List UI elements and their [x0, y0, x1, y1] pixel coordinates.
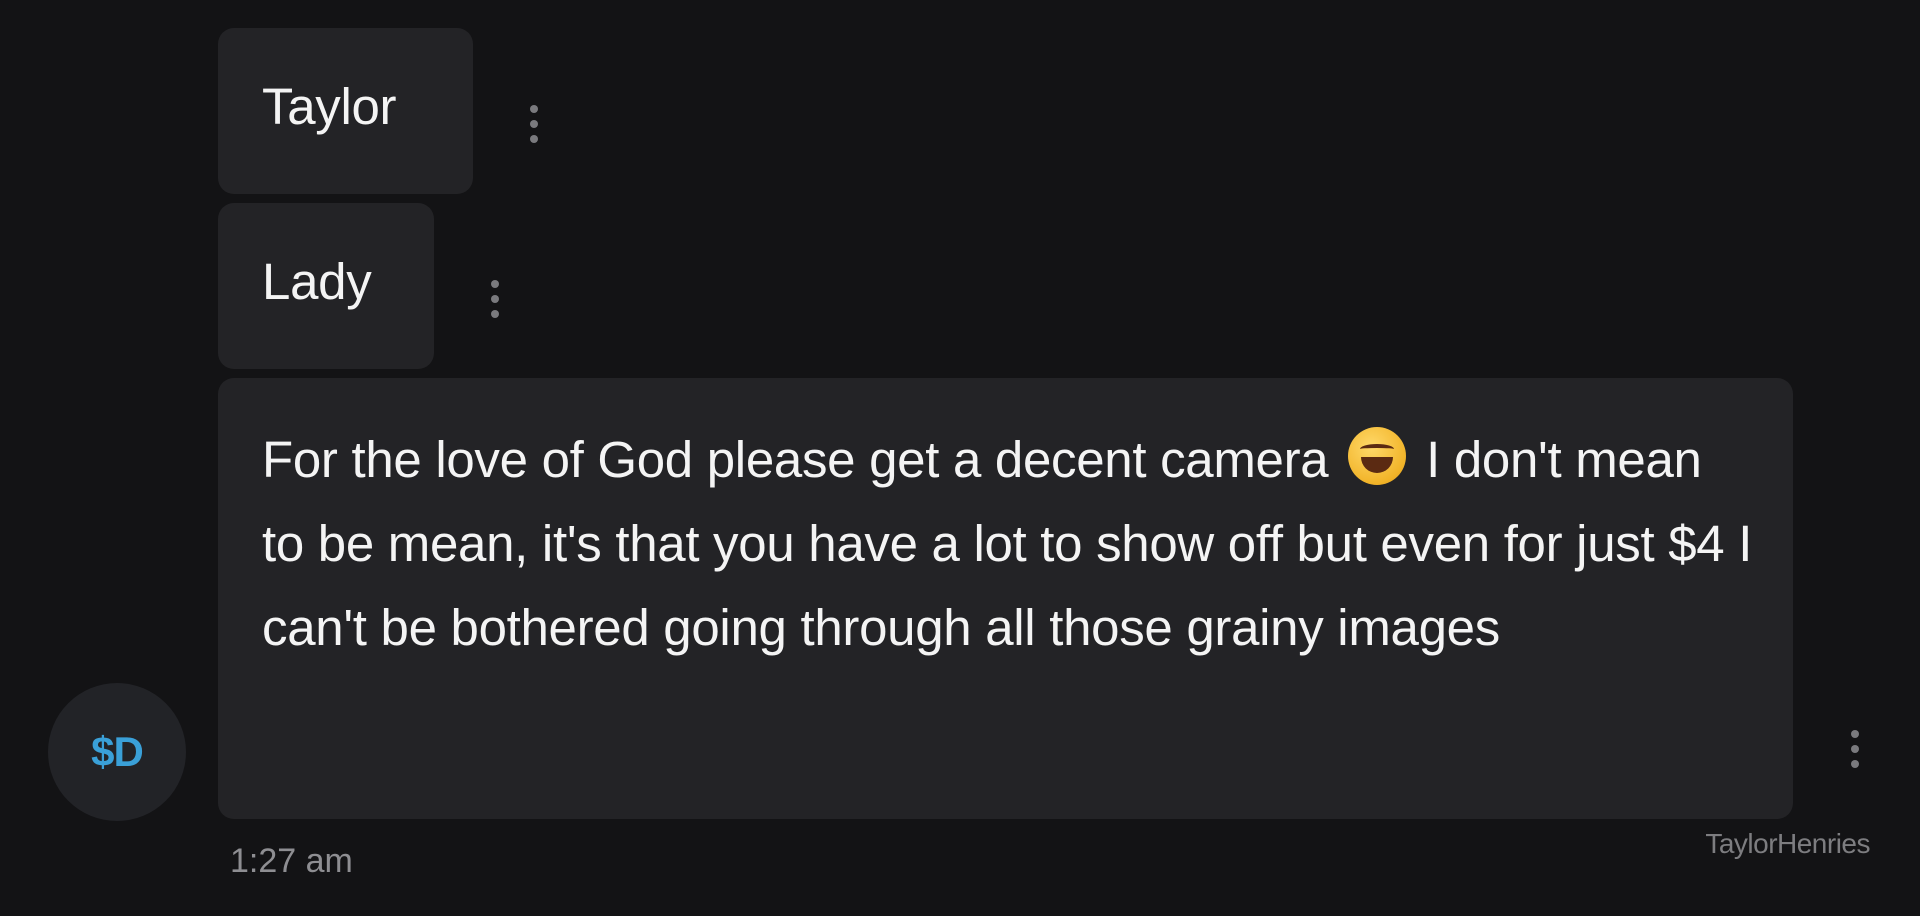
message-text: Lady [262, 253, 372, 310]
message-bubble[interactable]: For the love of God please get a decent … [218, 378, 1793, 819]
watermark: TaylorHenries [1705, 828, 1870, 859]
avatar[interactable]: $D [48, 683, 186, 821]
message-options-icon[interactable] [529, 105, 539, 151]
message-bubble[interactable]: Lady [218, 203, 434, 369]
message-text: Taylor [262, 78, 397, 135]
avatar-initials: $D [91, 728, 144, 775]
message-timestamp: 1:27 am [230, 842, 353, 880]
message-options-icon[interactable] [1850, 730, 1860, 776]
message-options-icon[interactable] [490, 280, 500, 326]
message-bubble[interactable]: Taylor [218, 28, 473, 194]
message-text-part: For the love of God please get a decent … [262, 431, 1329, 488]
laughing-emoji-icon [1348, 427, 1407, 485]
message-text: For the love of God please get a decent … [262, 418, 1753, 670]
chat-thread: Taylor Lady For the love of God please g… [0, 0, 1920, 916]
